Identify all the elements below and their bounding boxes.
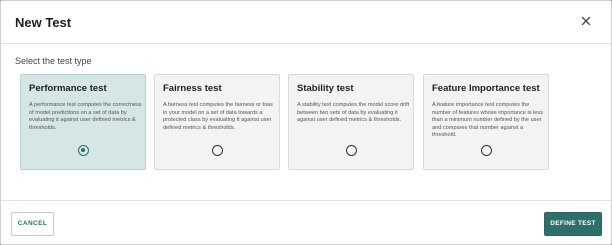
card-title: Feature Importance test [432,83,540,94]
close-button[interactable] [578,13,594,29]
card-title: Performance test [29,83,107,94]
define-test-button[interactable]: DEFINE TEST [544,212,602,236]
radio-fairness-test[interactable] [212,145,223,156]
card-title: Fairness test [163,83,222,94]
card-description: A stability test computes the model scor… [297,102,410,124]
radio-feature-importance-test[interactable] [481,145,492,156]
card-stability-test[interactable]: Stability test A stability test computes… [288,74,414,170]
card-fairness-test[interactable]: Fairness test A fairness test computes t… [154,74,280,170]
card-description: A fairness test computes the fairness or… [163,102,273,131]
test-type-options: Performance test A performance test comp… [20,74,590,170]
close-icon [581,16,591,26]
card-performance-test[interactable]: Performance test A performance test comp… [20,74,146,170]
dialog-footer: CANCEL DEFINE TEST [1,200,611,244]
radio-stability-test[interactable] [346,145,357,156]
card-description: A feature importance test computes the n… [432,102,543,139]
new-test-dialog: New Test Select the test type Performanc… [0,0,612,245]
card-description: A performance test computes the correctn… [29,102,142,131]
card-feature-importance-test[interactable]: Feature Importance test A feature import… [423,74,549,170]
card-title: Stability test [297,83,354,94]
dialog-header: New Test [1,1,611,44]
radio-performance-test[interactable] [78,145,89,156]
cancel-button[interactable]: CANCEL [11,212,54,236]
dialog-title: New Test [15,15,72,30]
test-type-label: Select the test type [15,56,92,66]
